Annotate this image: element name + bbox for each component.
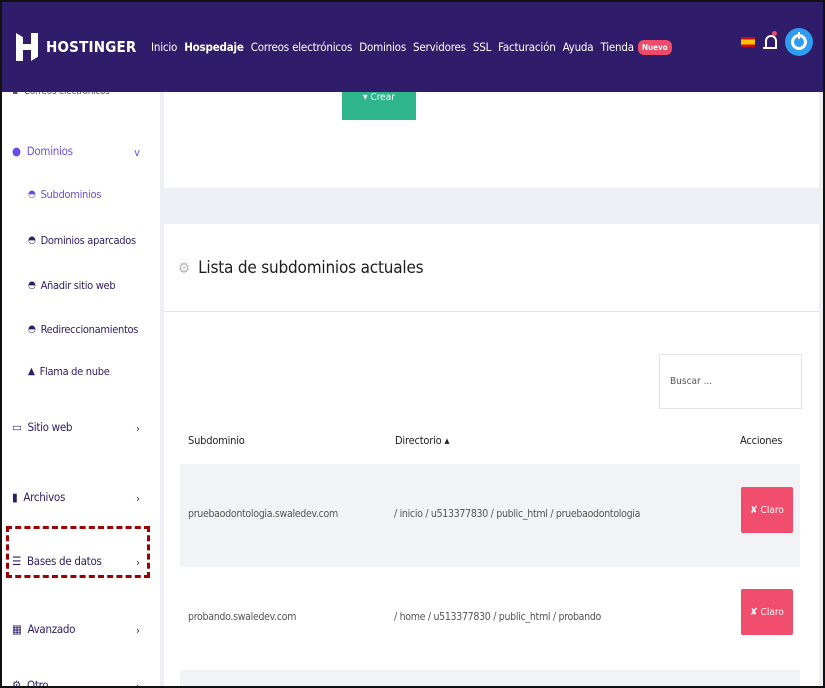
nav-tienda[interactable]: Tienda <box>600 40 634 54</box>
sidebar-subitem-redireccionamientos[interactable]: ◓ Redireccionamientos <box>28 323 138 336</box>
spain-flag-icon[interactable] <box>741 37 755 47</box>
highlight-annotation <box>6 526 150 578</box>
subdomain-cell: pruebaodontologia.swaledev.com <box>188 508 338 520</box>
globe-small-icon: ◓ <box>28 324 36 335</box>
search-input[interactable] <box>659 354 802 409</box>
subdomain-cell: probando.swaledev.com <box>188 611 297 623</box>
chevron-right-icon[interactable]: › <box>136 492 140 505</box>
delete-button[interactable]: ✘ Claro <box>741 487 793 533</box>
create-button[interactable]: ▾ Crear <box>342 92 416 120</box>
gears-icon: ⚙ <box>178 258 191 277</box>
hostinger-logo[interactable]: HOSTINGER <box>16 33 151 61</box>
nav-hospedaje[interactable]: Hospedaje <box>184 40 244 54</box>
cloud-icon: ▲ <box>28 366 35 377</box>
power-icon <box>791 32 807 50</box>
column-header-subdomain[interactable]: Subdominio <box>188 434 245 447</box>
create-subdomain-card: ▾ Crear <box>164 92 819 188</box>
chevron-right-icon[interactable]: › <box>136 680 140 686</box>
chevron-right-icon[interactable]: › <box>136 422 140 435</box>
column-header-directory[interactable]: Directorio ▴ <box>395 434 449 447</box>
table-row: probando.swaledev.com / home / u51337783… <box>180 567 800 670</box>
nav-servidores[interactable]: Servidores <box>413 40 466 54</box>
file-icon: ▮ <box>12 490 18 504</box>
hostinger-logo-icon <box>16 33 38 61</box>
column-header-actions: Acciones <box>740 434 783 447</box>
monitor-icon: ▭ <box>12 420 22 434</box>
globe-icon: ● <box>12 144 21 158</box>
list-title: Lista de subdominios actuales <box>198 257 424 278</box>
globe-small-icon: ◓ <box>28 235 36 246</box>
table-row <box>180 670 800 686</box>
sidebar-item-archivos[interactable]: ▮ Archivos <box>12 490 65 504</box>
chevron-down-icon[interactable]: v <box>134 146 140 159</box>
directory-cell: / home / u513377830 / public_html / prob… <box>394 611 602 623</box>
list-header: ⚙ Lista de subdominios actuales <box>164 224 819 312</box>
nav-right-tools <box>741 28 813 56</box>
sidebar-item-dominios[interactable]: ● Dominios <box>12 144 73 158</box>
main-nav: Inicio Hospedaje Correos electrónicos Do… <box>151 39 672 55</box>
nav-facturacion[interactable]: Facturación <box>498 40 556 54</box>
gears-icon: ⚙ <box>12 678 21 688</box>
sidebar-subitem-flama-de-nube[interactable]: ▲ Flama de nube <box>28 365 110 378</box>
brand-name: HOSTINGER <box>46 38 137 56</box>
notification-dot <box>772 31 777 36</box>
building-icon: ▦ <box>12 622 22 636</box>
sidebar-item-avanzado[interactable]: ▦ Avanzado <box>12 622 75 636</box>
nav-dominios[interactable]: Dominios <box>359 40 406 54</box>
new-badge: Nuevo <box>637 39 672 55</box>
delete-button[interactable]: ✘ Claro <box>741 589 793 635</box>
user-avatar[interactable] <box>785 28 813 56</box>
table-row: pruebaodontologia.swaledev.com / inicio … <box>180 464 800 567</box>
nav-correos[interactable]: Correos electrónicos <box>251 40 353 54</box>
chevron-right-icon[interactable]: › <box>136 624 140 637</box>
sidebar-item-otro[interactable]: ⚙ Otro <box>12 678 49 688</box>
bell-icon[interactable] <box>763 31 777 52</box>
app-frame: HOSTINGER Inicio Hospedaje Correos elect… <box>0 0 825 688</box>
sidebar-item-sitio-web[interactable]: ▭ Sitio web <box>12 420 72 434</box>
nav-inicio[interactable]: Inicio <box>151 40 177 54</box>
top-navbar: HOSTINGER Inicio Hospedaje Correos elect… <box>2 2 823 92</box>
subdomain-list-card: ⚙ Lista de subdominios actuales Subdomin… <box>164 224 819 686</box>
sidebar: ▪ Correos electrónicos ● Dominios v ◓ Su… <box>2 86 160 688</box>
directory-cell: / inicio / u513377830 / public_html / pr… <box>394 508 641 520</box>
nav-ayuda[interactable]: Ayuda <box>563 40 594 54</box>
sidebar-subitem-anadir-sitio[interactable]: ◓ Añadir sitio web <box>28 279 116 292</box>
sidebar-subitem-subdominios[interactable]: ◓ Subdominios <box>28 188 101 201</box>
nav-ssl[interactable]: SSL <box>473 40 492 54</box>
globe-small-icon: ◓ <box>28 280 36 291</box>
sidebar-subitem-dominios-aparcados[interactable]: ◓ Dominios aparcados <box>28 234 136 247</box>
globe-small-icon: ◓ <box>28 189 36 200</box>
